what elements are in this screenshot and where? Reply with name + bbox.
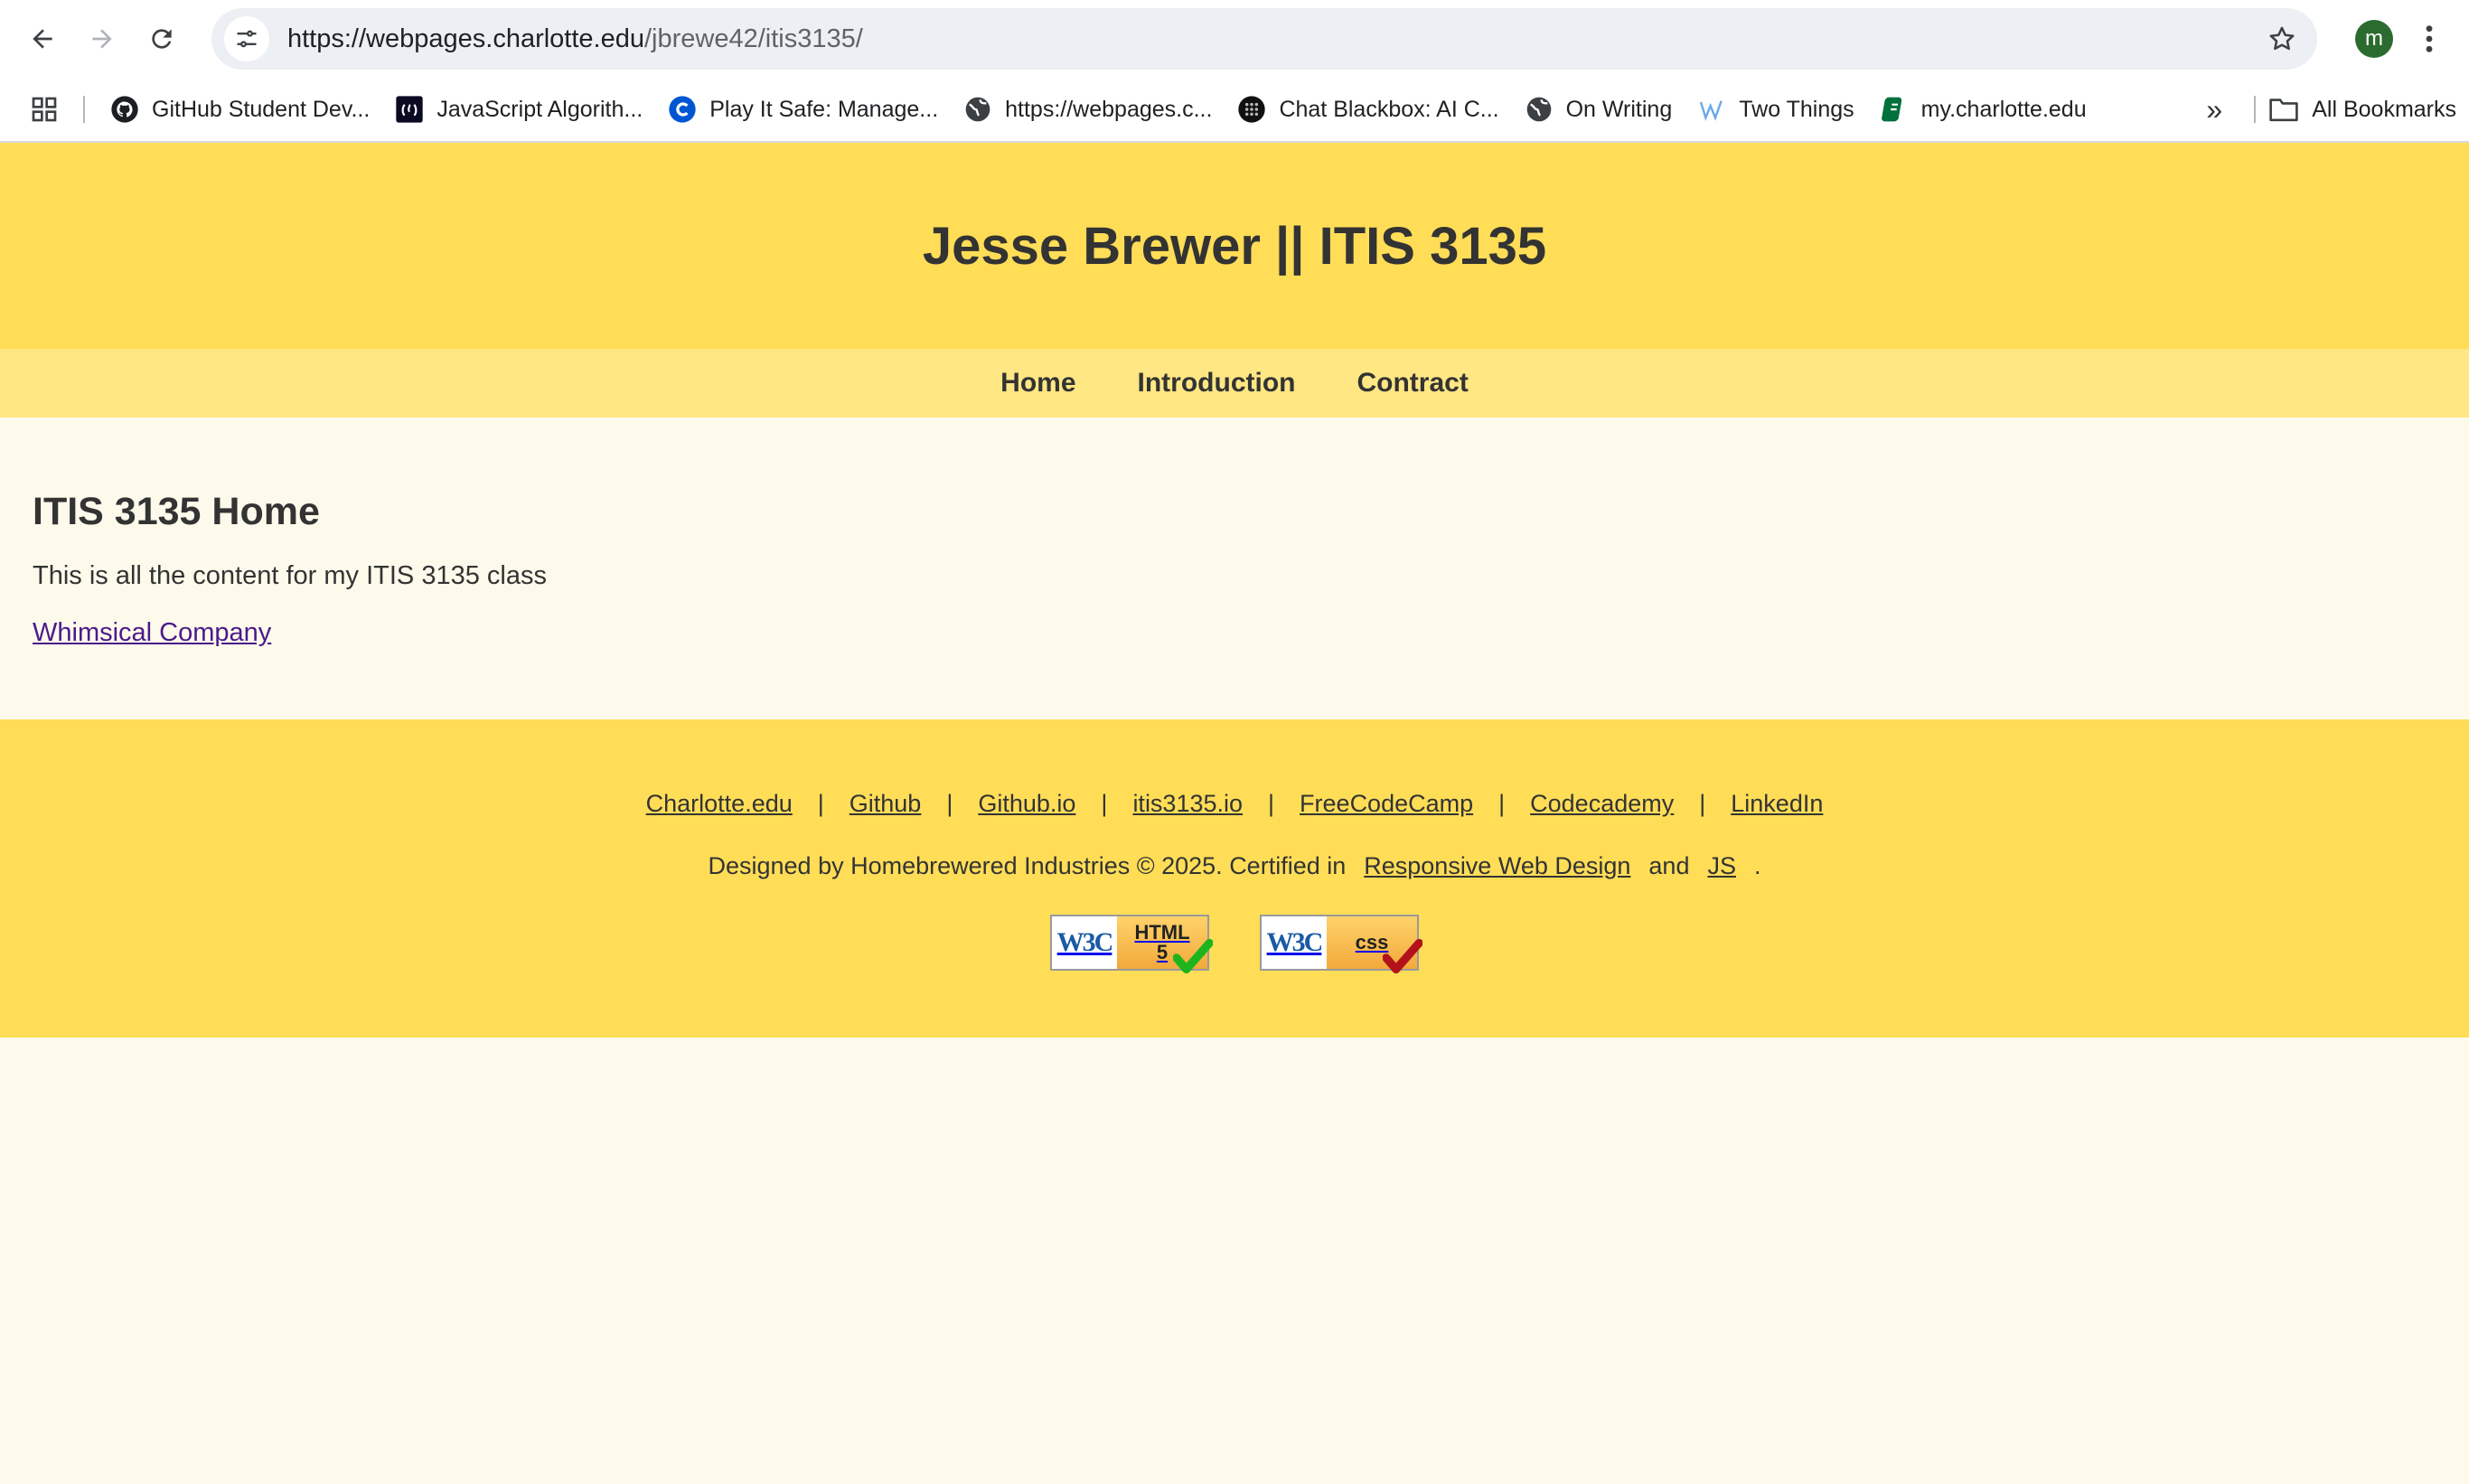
github-icon (110, 95, 139, 124)
bookmarks-divider (2254, 96, 2257, 123)
footer-separator: | (817, 790, 824, 817)
main-description: This is all the content for my ITIS 3135… (33, 561, 547, 590)
red-check-icon (1383, 938, 1422, 974)
html5-label: HTML 5 (1117, 916, 1213, 974)
url-path: /jbrewe42/itis3135/ (643, 23, 863, 53)
bookmark-my-charlotte[interactable]: my.charlotte.edu (1867, 85, 2099, 134)
footer-separator: | (1101, 790, 1108, 817)
star-icon (2269, 26, 2295, 51)
charlotte-icon (1880, 95, 1909, 124)
arrow-left-icon (33, 29, 52, 49)
bookmark-label: my.charlotte.edu (1920, 96, 2087, 122)
nav-home-link[interactable]: Home (1000, 368, 1075, 399)
footer-link-itis3135-io[interactable]: itis3135.io (1132, 790, 1243, 818)
bookmark-star-button[interactable] (2259, 16, 2305, 61)
forward-button[interactable] (72, 9, 132, 69)
whimsical-company-link[interactable]: Whimsical Company (33, 618, 271, 648)
bookmarks-bar: GitHub Student Dev... JavaScript Algorit… (0, 78, 2469, 143)
footer-link-charlotte[interactable]: Charlotte.edu (646, 790, 793, 818)
url-text: https://webpages.charlotte.edu/jbrewe42/… (287, 24, 2259, 54)
html-version: 5 (1156, 941, 1169, 963)
back-button[interactable] (13, 9, 72, 69)
footer-separator: | (1498, 790, 1506, 817)
site-header: Jesse Brewer || ITIS 3135 (0, 143, 2469, 349)
w3c-html5-badge[interactable]: W3C HTML 5 (1050, 915, 1213, 974)
bookmark-label: https://webpages.c... (1005, 96, 1213, 122)
address-bar[interactable]: https://webpages.charlotte.edu/jbrewe42/… (211, 8, 2317, 70)
credit-text: Designed by Homebrewered Industries © 20… (708, 852, 1347, 879)
main-content: ITIS 3135 Home This is all the content f… (0, 418, 2469, 719)
folder-icon (2269, 99, 2298, 122)
footer-links: Charlotte.edu | Github | Github.io | iti… (0, 790, 2469, 818)
globe-icon (963, 95, 992, 124)
w3c-logo: W3C (1262, 916, 1327, 969)
bookmark-github-student[interactable]: GitHub Student Dev... (98, 85, 382, 134)
green-check-icon (1173, 938, 1213, 974)
all-bookmarks-label: All Bookmarks (2312, 96, 2456, 122)
chevron-double-right-icon: » (2206, 92, 2223, 126)
tune-icon (237, 30, 257, 48)
bookmarks-divider (83, 96, 85, 123)
bookmark-label: Play It Safe: Manage... (709, 96, 939, 122)
validator-badges: W3C HTML 5 W3C css (0, 915, 2469, 974)
w3c-logo: W3C (1052, 916, 1117, 969)
bookmark-label: Two Things (1739, 96, 1854, 122)
freecodecamp-icon (395, 95, 424, 124)
footer-link-github-io[interactable]: Github.io (978, 790, 1075, 818)
footer-link-codecademy[interactable]: Codecademy (1530, 790, 1674, 818)
site-nav: Home Introduction Contract (0, 349, 2469, 418)
more-bookmarks-button[interactable]: » (2187, 85, 2241, 134)
footer-separator: | (1699, 790, 1706, 817)
footer-credit: Designed by Homebrewered Industries © 20… (0, 852, 2469, 880)
bookmark-label: Chat Blackbox: AI C... (1279, 96, 1499, 122)
browser-chrome: https://webpages.charlotte.edu/jbrewe42/… (0, 0, 2469, 143)
bookmark-label: JavaScript Algorith... (437, 96, 643, 122)
footer-separator: | (946, 790, 953, 817)
bookmark-play-it-safe[interactable]: Play It Safe: Manage... (655, 85, 951, 134)
responsive-web-design-link[interactable]: Responsive Web Design (1364, 852, 1630, 880)
footer-link-freecodecamp[interactable]: FreeCodeCamp (1300, 790, 1473, 818)
nav-introduction-link[interactable]: Introduction (1138, 368, 1296, 399)
arrow-right-icon (92, 29, 112, 49)
blackbox-icon (1237, 95, 1266, 124)
js-link[interactable]: JS (1707, 852, 1736, 880)
bookmark-webpages[interactable]: https://webpages.c... (951, 85, 1225, 134)
apps-button[interactable] (13, 82, 76, 136)
browser-toolbar: https://webpages.charlotte.edu/jbrewe42/… (0, 0, 2469, 78)
main-heading: ITIS 3135 Home (33, 490, 320, 533)
bookmark-on-writing[interactable]: On Writing (1512, 85, 1685, 134)
bookmark-javascript-algorithms[interactable]: JavaScript Algorith... (382, 85, 655, 134)
profile-avatar[interactable]: m (2355, 20, 2393, 58)
footer-link-github[interactable]: Github (850, 790, 922, 818)
nav-contract-link[interactable]: Contract (1357, 368, 1468, 399)
url-host: https://webpages.charlotte.edu (287, 23, 644, 53)
w3c-css-badge[interactable]: W3C css (1260, 915, 1422, 974)
bookmark-two-things[interactable]: Two Things (1685, 85, 1866, 134)
kebab-menu-icon (2426, 25, 2433, 52)
reload-button[interactable] (132, 9, 192, 69)
site-footer: Charlotte.edu | Github | Github.io | iti… (0, 719, 2469, 1038)
credit-period: . (1753, 852, 1761, 879)
bookmark-chat-blackbox[interactable]: Chat Blackbox: AI C... (1225, 85, 1511, 134)
apps-grid-icon (32, 97, 57, 122)
footer-link-linkedin[interactable]: LinkedIn (1731, 790, 1823, 818)
wordpress-icon (1697, 95, 1726, 124)
globe-icon (1525, 95, 1554, 124)
reload-icon (152, 29, 172, 49)
css-label: css (1327, 916, 1422, 974)
all-bookmarks-button[interactable]: All Bookmarks (2268, 96, 2456, 123)
footer-separator: | (1268, 790, 1275, 817)
coursera-icon (668, 95, 697, 124)
bookmark-label: GitHub Student Dev... (152, 96, 371, 122)
site-info-button[interactable] (224, 16, 269, 61)
bookmark-label: On Writing (1565, 96, 1673, 122)
credit-and: and (1648, 852, 1690, 879)
browser-menu-button[interactable] (2411, 16, 2447, 61)
page-title: Jesse Brewer || ITIS 3135 (922, 216, 1547, 276)
